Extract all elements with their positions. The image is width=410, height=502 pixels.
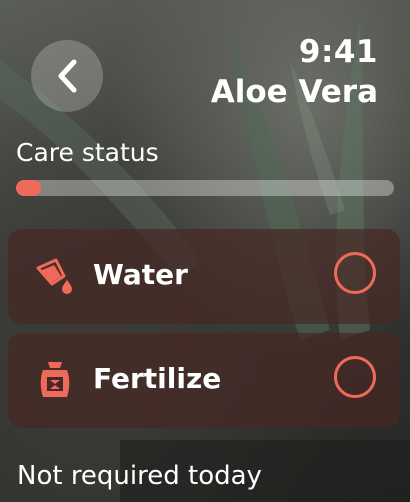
page-title: Aloe Vera [210, 74, 378, 110]
chevron-left-icon [58, 59, 77, 93]
footer-note: Not required today [17, 461, 262, 491]
fertilize-task-checkbox[interactable] [334, 356, 376, 398]
fertilizer-bag-icon [40, 362, 70, 397]
watering-can-icon [36, 258, 72, 294]
care-status-label: Care status [16, 138, 159, 167]
plant-care-screen: 9:41 Aloe Vera Care status Water Fertili… [0, 0, 410, 502]
fertilize-task-row[interactable]: Fertilize [8, 333, 400, 428]
water-task-label: Water [93, 258, 188, 291]
care-status-progress-bar [16, 180, 394, 196]
water-task-checkbox[interactable] [334, 252, 376, 294]
back-button[interactable] [31, 40, 103, 112]
water-task-row[interactable]: Water [8, 229, 400, 324]
care-status-progress-fill [16, 180, 41, 196]
fertilize-task-label: Fertilize [93, 362, 222, 395]
clock-time: 9:41 [298, 34, 378, 70]
